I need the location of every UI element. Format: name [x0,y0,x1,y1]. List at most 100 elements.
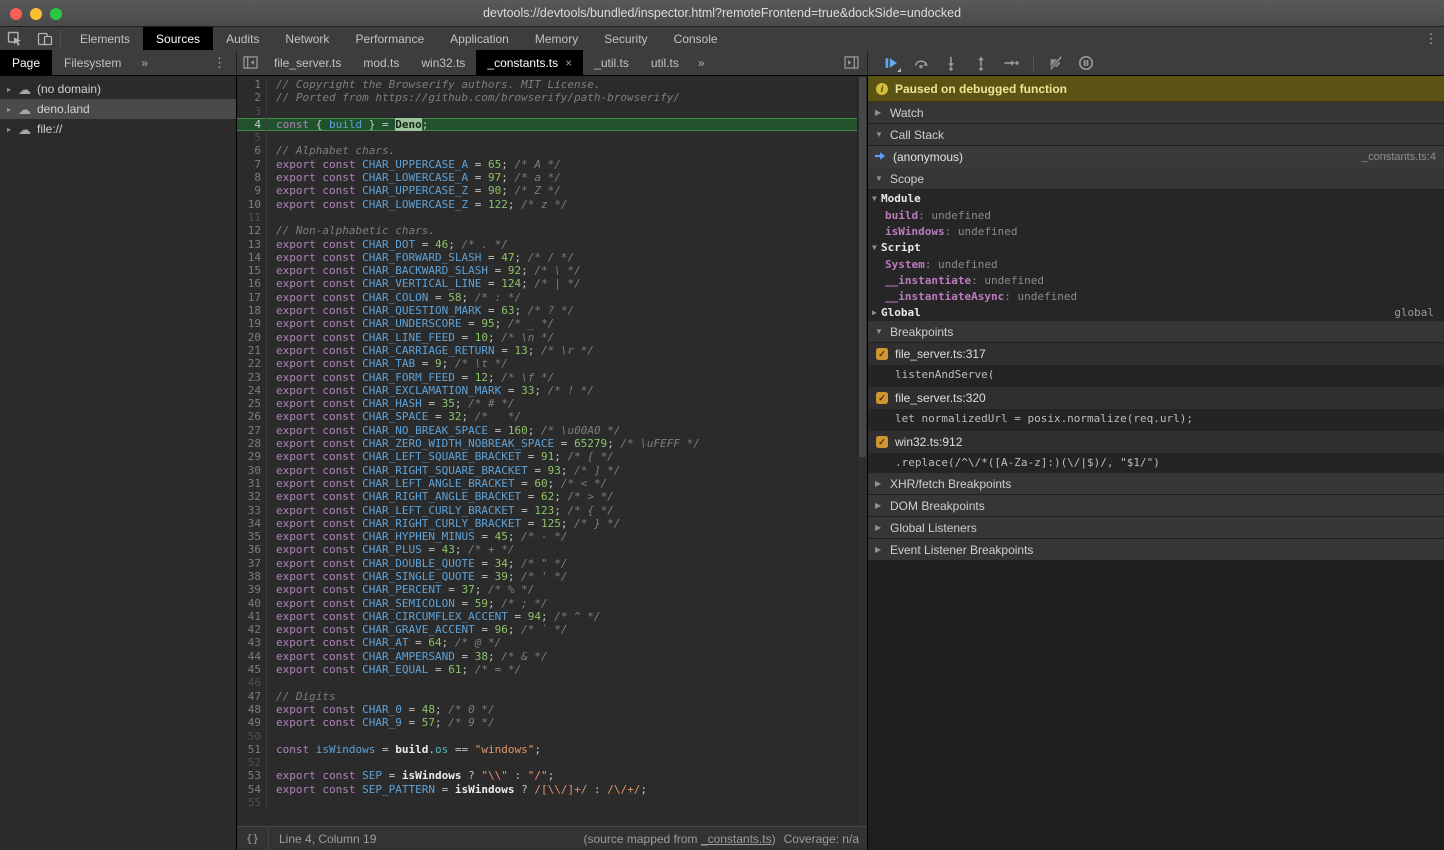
code-line[interactable]: 51const isWindows = build.os == "windows… [237,743,857,756]
line-number[interactable]: 40 [237,597,267,610]
tree-item-no-domain[interactable]: ▸☁(no domain) [0,79,236,99]
navigator-tab-page[interactable]: Page [0,50,52,75]
code-line[interactable]: 29export const CHAR_LEFT_SQUARE_BRACKET … [237,450,857,463]
code-line[interactable]: 54export const SEP_PATTERN = isWindows ?… [237,783,857,796]
line-number[interactable]: 27 [237,424,267,437]
line-number[interactable]: 52 [237,756,267,769]
call-stack-frame[interactable]: (anonymous)_constants.ts:4 [868,146,1444,168]
open-editor-panel-button[interactable] [844,50,859,75]
code-line[interactable]: 6// Alphabet chars. [237,144,857,157]
code-line[interactable]: 9export const CHAR_UPPERCASE_Z = 90; /* … [237,184,857,197]
navigator-tab-filesystem[interactable]: Filesystem [52,50,133,75]
code-line[interactable]: 20export const CHAR_LINE_FEED = 10; /* \… [237,331,857,344]
section-scope[interactable]: ▼Scope [868,168,1444,190]
breakpoint-entry[interactable]: ✓file_server.ts:317 [868,343,1444,365]
line-number[interactable]: 31 [237,477,267,490]
file-tab-file-server-ts[interactable]: file_server.ts [263,50,352,75]
section-xhr-fetch-breakpoints[interactable]: ▶XHR/fetch Breakpoints [868,473,1444,495]
code-line[interactable]: 21export const CHAR_CARRIAGE_RETURN = 13… [237,344,857,357]
line-number[interactable]: 23 [237,371,267,384]
code-line[interactable]: 41export const CHAR_CIRCUMFLEX_ACCENT = … [237,610,857,623]
code-line[interactable]: 11 [237,211,857,224]
code-line[interactable]: 45export const CHAR_EQUAL = 61; /* = */ [237,663,857,676]
tab-console[interactable]: Console [661,27,731,50]
source-mapped-link[interactable]: _constants.ts [701,832,772,846]
line-number[interactable]: 2 [237,91,267,104]
line-number[interactable]: 21 [237,344,267,357]
tree-item-deno-land[interactable]: ▸☁deno.land [0,99,236,119]
more-file-tabs-button[interactable]: » [690,50,713,75]
line-number[interactable]: 15 [237,264,267,277]
line-number[interactable]: 32 [237,490,267,503]
code-line[interactable]: 8export const CHAR_LOWERCASE_A = 97; /* … [237,171,857,184]
tab-elements[interactable]: Elements [67,27,143,50]
tab-audits[interactable]: Audits [213,27,272,50]
code-line[interactable]: 38export const CHAR_SINGLE_QUOTE = 39; /… [237,570,857,583]
code-line[interactable]: 30export const CHAR_RIGHT_SQUARE_BRACKET… [237,464,857,477]
tab-performance[interactable]: Performance [342,27,437,50]
chevron-right-icon[interactable]: ▸ [7,105,18,114]
scope-group-global[interactable]: ▶Globalglobal [868,304,1444,321]
line-number[interactable]: 41 [237,610,267,623]
code-line[interactable]: 36export const CHAR_PLUS = 43; /* + */ [237,543,857,556]
line-number[interactable]: 44 [237,650,267,663]
section-global-listeners[interactable]: ▶Global Listeners [868,517,1444,539]
code-line[interactable]: 46 [237,676,857,689]
code-line[interactable]: 35export const CHAR_HYPHEN_MINUS = 45; /… [237,530,857,543]
code-line[interactable]: 2// Ported from https://github.com/brows… [237,91,857,104]
breakpoint-snippet[interactable]: let normalizedUrl = posix.normalize(req.… [868,409,1444,427]
line-number[interactable]: 48 [237,703,267,716]
line-number[interactable]: 8 [237,171,267,184]
code-line[interactable]: 47// Digits [237,690,857,703]
file-tab-mod-ts[interactable]: mod.ts [352,50,410,75]
code-line[interactable]: 37export const CHAR_DOUBLE_QUOTE = 34; /… [237,557,857,570]
breakpoint-entry[interactable]: ✓file_server.ts:320 [868,387,1444,409]
close-tab-icon[interactable]: × [565,56,572,70]
hide-navigator-button[interactable] [237,50,263,75]
code-line[interactable]: 55 [237,796,857,809]
line-number[interactable]: 43 [237,636,267,649]
line-number[interactable]: 33 [237,504,267,517]
code-line[interactable]: 14export const CHAR_FORWARD_SLASH = 47; … [237,251,857,264]
breakpoint-snippet[interactable]: .replace(/^\/*([A-Za-z]:)(\/|$)/, "$1/") [868,453,1444,471]
file-tab-util-ts[interactable]: util.ts [640,50,690,75]
line-number[interactable]: 53 [237,769,267,782]
code-line[interactable]: 26export const CHAR_SPACE = 32; /* */ [237,410,857,423]
chevron-right-icon[interactable]: ▸ [7,85,18,94]
line-number[interactable]: 26 [237,410,267,423]
line-number[interactable]: 34 [237,517,267,530]
code-line[interactable]: 53export const SEP = isWindows ? "\\" : … [237,769,857,782]
breakpoint-checkbox[interactable]: ✓ [876,348,888,360]
line-number[interactable]: 24 [237,384,267,397]
line-number[interactable]: 38 [237,570,267,583]
section-event-listener-breakpoints[interactable]: ▶Event Listener Breakpoints [868,539,1444,561]
zoom-window-button[interactable] [50,8,62,20]
code-line[interactable]: 17export const CHAR_COLON = 58; /* : */ [237,291,857,304]
code-line[interactable]: 12// Non-alphabetic chars. [237,224,857,237]
line-number[interactable]: 54 [237,783,267,796]
code-line[interactable]: 19export const CHAR_UNDERSCORE = 95; /* … [237,317,857,330]
line-number[interactable]: 6 [237,144,267,157]
line-number[interactable]: 16 [237,277,267,290]
devtools-menu-button[interactable]: ⋮ [1418,27,1444,50]
step-button[interactable] [998,52,1024,74]
line-number[interactable]: 5 [237,131,267,144]
line-number[interactable]: 7 [237,158,267,171]
chevron-right-icon[interactable]: ▸ [7,125,18,134]
minimize-window-button[interactable] [30,8,42,20]
line-number[interactable]: 18 [237,304,267,317]
code-line[interactable]: 48export const CHAR_0 = 48; /* 0 */ [237,703,857,716]
tab-application[interactable]: Application [437,27,522,50]
code-line[interactable]: 13export const CHAR_DOT = 46; /* . */ [237,238,857,251]
code-line[interactable]: 50 [237,730,857,743]
line-number[interactable]: 39 [237,583,267,596]
breakpoint-snippet[interactable]: listenAndServe( [868,365,1444,383]
line-number[interactable]: 28 [237,437,267,450]
breakpoint-entry[interactable]: ✓win32.ts:912 [868,431,1444,453]
line-number[interactable]: 9 [237,184,267,197]
editor-scrollbar[interactable] [857,76,867,826]
line-number[interactable]: 17 [237,291,267,304]
scope-group-script[interactable]: ▼Script [868,239,1444,256]
code-line[interactable]: 10export const CHAR_LOWERCASE_Z = 122; /… [237,198,857,211]
line-number[interactable]: 51 [237,743,267,756]
